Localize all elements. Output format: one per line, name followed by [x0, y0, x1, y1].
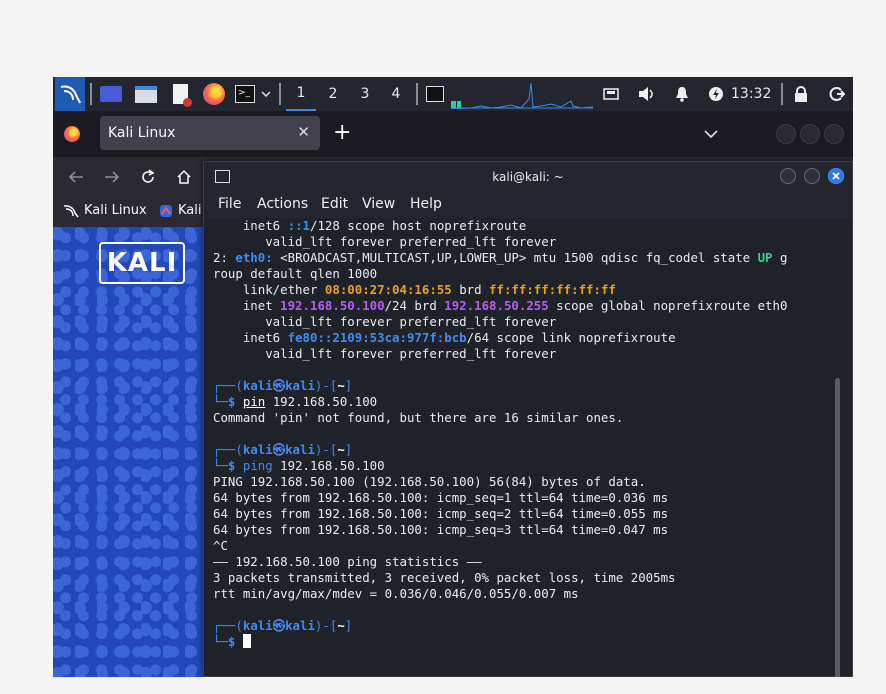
workspace-4[interactable]: 4: [381, 77, 411, 111]
output-line: 64 bytes from 192.168.50.100: icmp_seq=2…: [213, 506, 669, 521]
volume-icon[interactable]: [636, 77, 658, 111]
show-desktop-icon[interactable]: [98, 77, 124, 111]
kali-tools-icon: [160, 204, 172, 217]
window-maximize-button[interactable]: [800, 124, 820, 144]
kali-menu-icon[interactable]: [55, 77, 85, 111]
menu-view[interactable]: View: [362, 196, 395, 212]
tab-title: Kali Linux: [108, 125, 176, 141]
reload-icon[interactable]: [137, 157, 159, 197]
output-line: PING 192.168.50.100 (192.168.50.100) 56(…: [213, 474, 646, 489]
forward-arrow-icon[interactable]: [101, 157, 123, 197]
text-editor-icon[interactable]: [167, 77, 193, 111]
output-line: valid_lft forever preferred_lft forever: [213, 314, 557, 329]
workspace-1[interactable]: 1: [286, 77, 316, 111]
command-line: └─$ ping 192.168.50.100: [213, 458, 385, 473]
power-manager-icon[interactable]: [706, 77, 726, 111]
text-cursor: [242, 634, 251, 648]
output-line: link/ether 08:00:27:04:16:55 brd ff:ff:f…: [213, 282, 616, 297]
terminal-minimize-button[interactable]: [780, 168, 796, 184]
terminal-close-button[interactable]: [828, 168, 844, 184]
prompt-line: ┌──(kali㉿kali)-[~]: [213, 442, 353, 457]
close-tab-icon[interactable]: ✕: [297, 123, 310, 141]
browser-tab-kali-linux[interactable]: Kali Linux ✕: [100, 116, 320, 150]
output-line: inet 192.168.50.100/24 brd 192.168.50.25…: [213, 298, 788, 313]
bookmark-label: Kali: [178, 203, 202, 218]
output-line: ^C: [213, 538, 228, 553]
output-line: valid_lft forever preferred_lft forever: [213, 346, 557, 361]
firefox-icon[interactable]: [200, 77, 228, 111]
bookmark-kali-linux[interactable]: Kali Linux: [63, 203, 147, 218]
menu-edit[interactable]: Edit: [321, 196, 348, 212]
terminal-window: kali@kali: ~ File Actions Edit View Help…: [203, 161, 853, 677]
clock[interactable]: 13:32: [731, 77, 771, 111]
terminal-title: kali@kali: ~: [492, 170, 564, 184]
chevron-down-icon[interactable]: [259, 77, 273, 111]
output-line: roup default qlen 1000: [213, 266, 378, 281]
output-line: inet6 ::1/128 scope host noprefixroute: [213, 218, 527, 233]
prompt-line: ┌──(kali㉿kali)-[~]: [213, 378, 353, 393]
network-icon[interactable]: [601, 77, 621, 111]
kali-dragon-icon: [63, 204, 79, 217]
output-line: Command 'pin' not found, but there are 1…: [213, 410, 624, 425]
command-line[interactable]: └─$: [213, 634, 251, 650]
lock-screen-icon[interactable]: [791, 77, 811, 111]
logout-icon[interactable]: [826, 77, 848, 111]
file-manager-icon[interactable]: [133, 77, 159, 111]
menu-help[interactable]: Help: [410, 196, 442, 212]
output-line: inet6 fe80::2109:53ca:977f:bcb/64 scope …: [213, 330, 676, 345]
menu-file[interactable]: File: [218, 196, 241, 212]
terminal-titlebar[interactable]: kali@kali: ~: [204, 162, 852, 192]
bookmark-kali[interactable]: Kali: [159, 203, 202, 218]
terminal-output[interactable]: inet6 ::1/128 scope host noprefixroute v…: [204, 218, 852, 677]
output-line: —— 192.168.50.100 ping statistics ——: [213, 554, 482, 569]
kali-logo[interactable]: KALI: [99, 242, 185, 284]
workspace-2[interactable]: 2: [318, 77, 348, 111]
terminal-menubar: File Actions Edit View Help: [204, 192, 852, 218]
cpu-graph: [451, 77, 593, 111]
window-minimize-button[interactable]: [776, 124, 796, 144]
prompt-line: ┌──(kali㉿kali)-[~]: [213, 618, 353, 633]
new-tab-button[interactable]: +: [333, 121, 351, 145]
command-line: └─$ pin 192.168.50.100: [213, 394, 378, 409]
notification-bell-icon[interactable]: [672, 77, 692, 111]
list-tabs-chevron-icon[interactable]: [701, 117, 721, 151]
back-arrow-icon[interactable]: [65, 157, 87, 197]
terminal-task-icon[interactable]: [423, 77, 447, 111]
firefox-view-icon[interactable]: [61, 117, 83, 151]
output-line: 64 bytes from 192.168.50.100: icmp_seq=3…: [213, 522, 669, 537]
terminal-maximize-button[interactable]: [804, 168, 820, 184]
output-line: 3 packets transmitted, 3 received, 0% pa…: [213, 570, 676, 585]
window-close-button[interactable]: [824, 124, 844, 144]
menu-actions[interactable]: Actions: [257, 196, 308, 212]
terminal-icon[interactable]: >_: [232, 77, 258, 111]
bookmark-label: Kali Linux: [84, 203, 147, 218]
output-line: rtt min/avg/max/mdev = 0.036/0.046/0.055…: [213, 586, 579, 601]
browser-tab-bar: Kali Linux ✕ +: [53, 111, 853, 157]
output-line: valid_lft forever preferred_lft forever: [213, 234, 557, 249]
terminal-scrollbar[interactable]: [835, 378, 840, 677]
top-panel: >_ 1 2 3 4 13:32: [53, 77, 853, 111]
output-line: 64 bytes from 192.168.50.100: icmp_seq=1…: [213, 490, 669, 505]
home-icon[interactable]: [173, 157, 195, 197]
workspace-3[interactable]: 3: [350, 77, 380, 111]
output-line: 2: eth0: <BROADCAST,MULTICAST,UP,LOWER_U…: [213, 250, 788, 265]
desktop: >_ 1 2 3 4 13:32 Kali Linux ✕ + Kali Lin…: [53, 77, 853, 677]
